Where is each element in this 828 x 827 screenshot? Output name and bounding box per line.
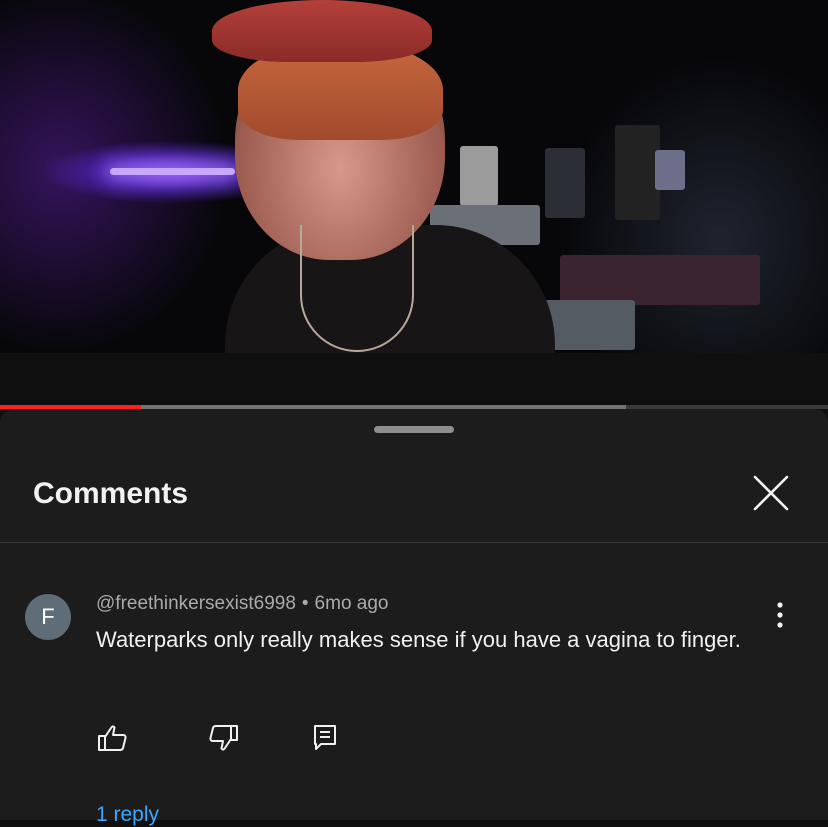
stage-light-beam [110,168,235,175]
avatar[interactable]: F [25,594,71,640]
video-player[interactable] [0,0,828,353]
comment-text: Waterparks only really makes sense if yo… [96,627,741,652]
stage-equipment [545,300,635,350]
close-icon[interactable] [748,470,794,516]
light-streak [0,0,166,353]
necklace [300,225,414,352]
comment-author[interactable]: @freethinkersexist6998 [96,593,296,614]
meta-separator: • [301,593,309,614]
thumbs-up-icon[interactable] [96,722,128,754]
comment-time: 6mo ago [314,593,389,614]
more-vertical-icon[interactable] [766,600,794,630]
stage-equipment [615,125,660,220]
stage-equipment [460,146,498,206]
header-divider [0,542,828,543]
drag-handle[interactable] [374,426,454,433]
avatar-letter: F [41,604,55,629]
comment-meta: @freethinkersexist6998 • 6mo ago [96,593,389,615]
replies-link[interactable]: 1 reply [96,803,159,827]
comments-title: Comments [33,477,189,510]
stage-equipment [655,150,685,190]
stage-equipment [560,255,760,305]
person-cap [212,0,432,62]
thumbs-down-icon[interactable] [208,722,240,754]
comment-reply-icon[interactable] [310,722,342,754]
stage-equipment [545,148,585,218]
